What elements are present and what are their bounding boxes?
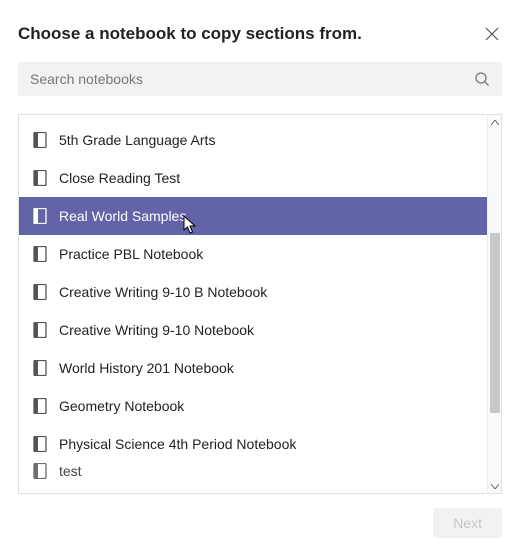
notebook-icon — [33, 322, 47, 338]
notebook-label: Practice PBL Notebook — [59, 246, 203, 262]
scroll-thumb[interactable] — [490, 233, 500, 413]
scroll-up-arrow[interactable] — [488, 115, 501, 129]
notebook-label: Physical Science 4th Period Notebook — [59, 436, 296, 452]
notebook-icon — [33, 436, 47, 452]
scroll-down-arrow[interactable] — [488, 479, 501, 493]
close-button[interactable] — [482, 24, 502, 44]
notebook-label: Creative Writing 9-10 Notebook — [59, 322, 254, 338]
notebook-label: Close Reading Test — [59, 170, 180, 186]
notebook-item[interactable]: 5th Grade Language Arts — [19, 121, 487, 159]
dialog-footer: Next — [18, 494, 502, 552]
notebook-label: Real World Samples — [59, 208, 186, 224]
notebook-list: 5th Grade Language Arts Close Reading Te… — [19, 115, 487, 493]
notebook-label: Creative Writing 9-10 B Notebook — [59, 284, 267, 300]
notebook-icon — [33, 246, 47, 262]
dialog-title: Choose a notebook to copy sections from. — [18, 24, 362, 44]
notebook-icon — [33, 284, 47, 300]
dialog-header: Choose a notebook to copy sections from. — [18, 24, 502, 44]
copy-sections-dialog: Choose a notebook to copy sections from.… — [0, 0, 520, 552]
notebook-icon — [33, 208, 47, 224]
notebook-item[interactable]: Physical Science 4th Period Notebook — [19, 425, 487, 463]
notebook-item[interactable]: Geometry Notebook — [19, 387, 487, 425]
notebook-list-container: 5th Grade Language Arts Close Reading Te… — [18, 114, 502, 494]
notebook-label: test — [59, 463, 82, 479]
notebook-icon — [33, 170, 47, 186]
notebook-item[interactable]: test — [19, 463, 487, 481]
notebook-item[interactable]: World History 201 Notebook — [19, 349, 487, 387]
notebook-item[interactable]: Real World Samples — [19, 197, 487, 235]
notebook-label: World History 201 Notebook — [59, 360, 234, 376]
notebook-label: Geometry Notebook — [59, 398, 184, 414]
notebook-item[interactable]: Creative Writing 9-10 B Notebook — [19, 273, 487, 311]
search-input[interactable] — [30, 71, 474, 87]
notebook-icon — [33, 398, 47, 414]
notebook-label: 5th Grade Language Arts — [59, 132, 215, 148]
scrollbar[interactable] — [487, 115, 501, 493]
next-button[interactable]: Next — [433, 508, 502, 538]
search-box[interactable] — [18, 62, 502, 96]
close-icon — [485, 27, 499, 41]
notebook-icon — [33, 463, 47, 479]
notebook-item[interactable]: Practice PBL Notebook — [19, 235, 487, 273]
search-icon — [474, 71, 490, 87]
notebook-icon — [33, 360, 47, 376]
notebook-item[interactable]: Creative Writing 9-10 Notebook — [19, 311, 487, 349]
notebook-item[interactable]: Close Reading Test — [19, 159, 487, 197]
notebook-icon — [33, 132, 47, 148]
